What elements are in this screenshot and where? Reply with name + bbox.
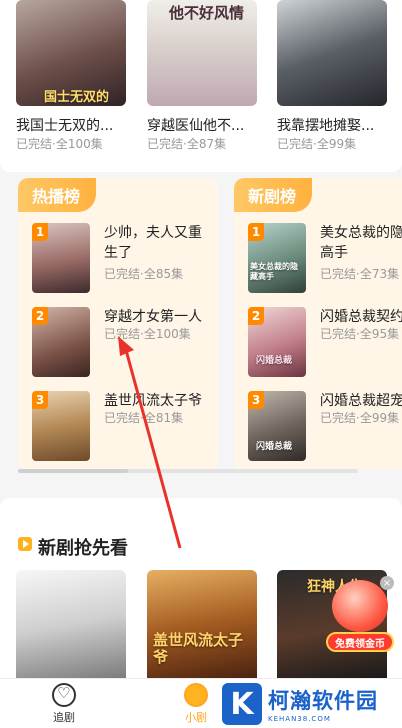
tab-follow[interactable]: 追剧: [34, 683, 94, 725]
arrow-shaft: [124, 349, 182, 549]
tab-label: 小剧: [185, 711, 207, 724]
theater-icon: [184, 683, 208, 707]
tab-label: 追剧: [53, 711, 75, 724]
arrow-head: [118, 336, 134, 356]
annotation-arrow: [118, 336, 182, 549]
watermark-logo: K: [222, 683, 262, 725]
site-watermark: K 柯瀚软件园 KEHAN38.COM: [222, 680, 402, 728]
heart-icon: [52, 683, 76, 707]
watermark-url: KEHAN38.COM: [268, 715, 331, 723]
tab-mini-drama[interactable]: 小剧: [166, 683, 226, 725]
watermark-title: 柯瀚软件园: [268, 689, 378, 713]
